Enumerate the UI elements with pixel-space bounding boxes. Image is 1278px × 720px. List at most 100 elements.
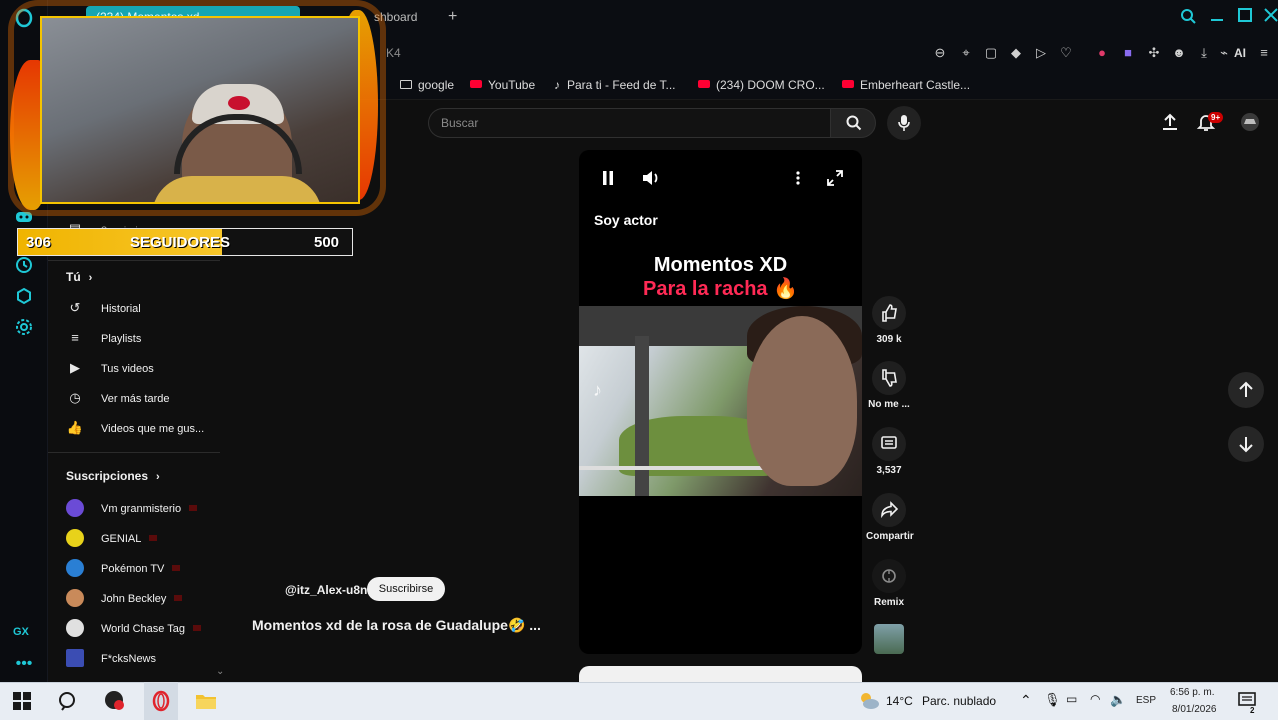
microphone-icon: [898, 115, 910, 131]
avatar: [66, 649, 84, 667]
weather-temp[interactable]: 14°C: [886, 694, 913, 708]
microphone-tray-icon[interactable]: 🎙: [1044, 692, 1061, 708]
zoom-icon[interactable]: ⊖: [932, 45, 948, 61]
color-extension-icon[interactable]: ●: [1094, 45, 1110, 60]
subscribe-button[interactable]: Suscribirse: [367, 577, 445, 601]
clock-time[interactable]: 6:56 p. m.: [1170, 687, 1214, 698]
shield-icon[interactable]: ◆: [1008, 45, 1024, 61]
history-clock-icon[interactable]: [14, 256, 34, 276]
volume-tray-icon[interactable]: 🔈: [1110, 692, 1126, 708]
opera-gx-logo-icon[interactable]: [14, 8, 34, 28]
gx-label[interactable]: GX: [13, 626, 29, 638]
ai-label[interactable]: AI: [1234, 46, 1246, 60]
dislike-button[interactable]: No me ...: [866, 361, 912, 410]
show-hidden-icons-chevron-icon[interactable]: ⌃: [1020, 692, 1032, 709]
bookmark-google[interactable]: google: [400, 78, 454, 92]
watch-later-icon: ◷: [69, 390, 81, 405]
search-box: [428, 108, 830, 138]
sidebar-you-heading[interactable]: Tú ›: [66, 270, 92, 284]
fullscreen-icon[interactable]: [827, 170, 843, 190]
search-tabs-icon[interactable]: [1180, 8, 1196, 28]
more-dots-icon[interactable]: •••: [14, 654, 34, 674]
ai-extension-icon[interactable]: ■: [1120, 45, 1136, 60]
close-window-icon[interactable]: [1264, 8, 1278, 26]
scroll-down-chevron-icon[interactable]: ⌄: [216, 666, 224, 677]
bookmark-tiktok[interactable]: ♪ Para ti - Feed de T...: [554, 78, 676, 92]
language-indicator[interactable]: ESP: [1136, 695, 1156, 706]
avatar: [66, 559, 84, 577]
sidebar-item-watch-later[interactable]: ◷ Ver más tarde: [66, 390, 169, 410]
wifi-tray-icon[interactable]: ◠: [1090, 692, 1100, 706]
heart-icon[interactable]: ♡: [1058, 45, 1074, 61]
comments-button[interactable]: 3,537: [866, 427, 912, 476]
previous-short-button[interactable]: [1228, 372, 1264, 408]
search-input[interactable]: [441, 116, 821, 130]
upload-icon[interactable]: [1160, 112, 1182, 134]
sidebar-item-history[interactable]: ↺ Historial: [66, 300, 141, 320]
search-button[interactable]: [830, 108, 876, 138]
sidebar-subscriptions-heading[interactable]: Suscripciones ›: [66, 469, 160, 483]
address-fragment[interactable]: K4: [386, 46, 401, 60]
comments-count: 3,537: [876, 465, 902, 476]
puzzle-extension-icon[interactable]: ✣: [1146, 45, 1162, 61]
pin-icon[interactable]: ⌖: [958, 45, 974, 61]
maximize-icon[interactable]: [1238, 8, 1252, 26]
pause-icon[interactable]: [601, 170, 615, 190]
taskbar-search-icon[interactable]: [57, 691, 79, 713]
youtube-sidebar: ▤Suscripciones Tú› ↺Historial ≡Playlists…: [48, 200, 224, 682]
file-explorer-icon[interactable]: [195, 691, 217, 713]
app-black-red-icon[interactable]: [104, 690, 126, 712]
extensions-cube-icon[interactable]: [14, 287, 34, 307]
avatar: [66, 619, 84, 637]
profile-extension-icon[interactable]: ☻: [1171, 45, 1187, 60]
streamer-shoulders: [152, 176, 322, 202]
new-tab-plus-icon[interactable]: +: [448, 8, 457, 26]
remix-button[interactable]: Remix: [866, 559, 912, 608]
snapshot-icon[interactable]: ▢: [983, 45, 999, 61]
weather-desc[interactable]: Parc. nublado: [922, 694, 996, 708]
clock-date[interactable]: 8/01/2026: [1172, 704, 1217, 715]
sidebar-sub-vm-granmisterio[interactable]: Vm granmisterio: [66, 499, 198, 519]
settings-gear-icon[interactable]: [14, 318, 34, 338]
bookmark-emberheart[interactable]: Emberheart Castle...: [842, 78, 970, 92]
tab-dashboard[interactable]: shboard: [364, 6, 427, 28]
account-avatar-icon[interactable]: [1240, 112, 1262, 134]
opera-gx-taskbar-icon[interactable]: [150, 690, 172, 712]
minimize-icon[interactable]: [1210, 8, 1224, 26]
like-button[interactable]: 309 k: [866, 296, 912, 345]
notification-center-icon[interactable]: [1238, 690, 1260, 712]
send-icon[interactable]: ▷: [1033, 45, 1049, 61]
sidebar-item-liked-videos[interactable]: 👍 Videos que me gus...: [66, 420, 204, 440]
short-title[interactable]: Soy actor: [594, 212, 658, 228]
more-options-icon[interactable]: [795, 170, 801, 190]
notifications-badge: 9+: [1208, 112, 1224, 123]
channel-handle[interactable]: @itz_Alex-u8n: [285, 583, 367, 597]
bookmark-doom[interactable]: (234) DOOM CRO...: [698, 78, 825, 92]
sidebar-sub-genial[interactable]: GENIAL: [66, 529, 158, 549]
share-button[interactable]: Compartir: [866, 493, 914, 542]
voice-search-button[interactable]: [887, 106, 921, 140]
next-short-button[interactable]: [1228, 426, 1264, 462]
sidebar-sub-john-beckley[interactable]: John Beckley: [66, 589, 183, 609]
sidebar-item-playlists[interactable]: ≡ Playlists: [66, 330, 141, 350]
windows-start-icon[interactable]: [12, 691, 34, 713]
discord-icon[interactable]: [14, 210, 34, 230]
video-title[interactable]: Momentos xd de la rosa de Guadalupe🤣 ...: [252, 617, 541, 634]
folder-icon: [400, 80, 412, 89]
sidebar-item-your-videos[interactable]: ▶ Tus videos: [66, 360, 154, 380]
aria-ai-icon[interactable]: ⌁: [1216, 45, 1232, 61]
search-icon: [846, 115, 862, 131]
bookmark-youtube[interactable]: YouTube: [470, 78, 535, 92]
shorts-player[interactable]: Soy actor Momentos XD Para la racha 🔥 ♪: [579, 150, 862, 654]
menu-icon[interactable]: ≡: [1256, 45, 1272, 60]
sidebar-sub-fcksnews[interactable]: F*cksNews: [66, 649, 156, 669]
next-short-preview[interactable]: [579, 666, 862, 682]
download-icon[interactable]: ⤓: [1196, 45, 1212, 61]
volume-icon[interactable]: [641, 170, 661, 190]
battery-tray-icon[interactable]: ▭: [1066, 692, 1077, 706]
followers-label: SEGUIDORES: [130, 234, 231, 251]
sound-source-thumbnail[interactable]: [874, 624, 904, 654]
sidebar-sub-world-chase-tag[interactable]: World Chase Tag: [66, 619, 201, 639]
sidebar-sub-pokemon-tv[interactable]: Pokémon TV: [66, 559, 181, 579]
avatar: [66, 589, 84, 607]
